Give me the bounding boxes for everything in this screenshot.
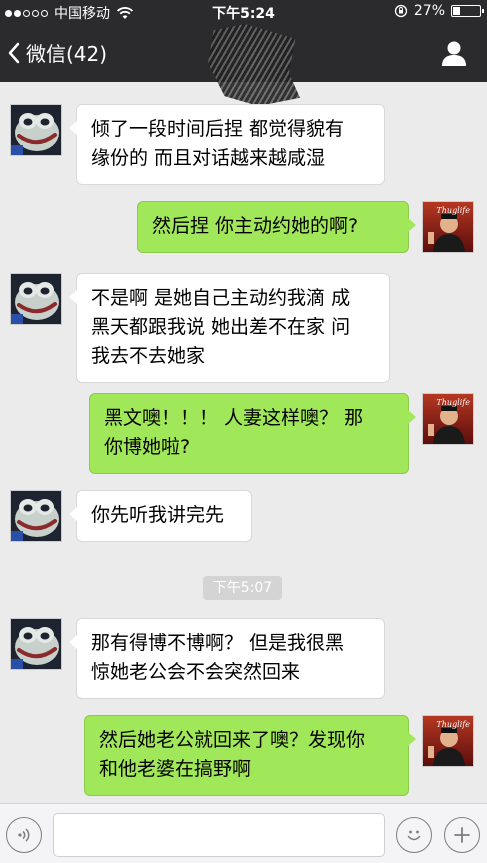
message-bubble-incoming[interactable]: 不是啊 是她自己主动约我滴 成 黑天都跟我说 她出差不在家 问 我去不去她家 [69,273,390,383]
battery-percent: 27% [413,3,445,19]
message-bubble-outgoing[interactable]: 然后捏 你主动约她的啊? [137,201,416,253]
emoji-icon [407,830,421,841]
frog-avatar-image [11,274,61,324]
more-button[interactable] [444,817,480,853]
profile-button[interactable] [439,38,469,68]
back-button[interactable]: 微信(42) [8,38,107,67]
person-icon [442,41,466,66]
message-line: 黑文噢！！！ 人妻这样噢？ 那 [104,407,364,429]
voice-button[interactable] [6,817,42,853]
message-line: 惊她老公会不会突然回来 [91,661,301,683]
message-line: 缘份的 而且对话越来越咸湿 [91,147,326,169]
message-line: 那有得博不博啊？ 但是我很黑 [91,632,345,654]
message-line: 和他老婆在搞野啊 [99,758,252,780]
back-label: 微信(42) [26,42,108,66]
avatar-caption: Thuglife [436,398,470,407]
message-input[interactable] [53,813,385,857]
message-bubble-incoming[interactable]: 倾了一段时间后捏 都觉得貌有 缘份的 而且对话越来越咸湿 [69,104,385,185]
message-line: 然后捏 你主动约她的啊? [152,215,359,237]
voice-icon [18,828,30,842]
message-line: 倾了一段时间后捏 都觉得貌有 [91,118,345,140]
avatar-self[interactable]: Thuglife [422,201,474,253]
message-line: 不是啊 是她自己主动约我滴 成 [91,287,351,309]
message-bubble-incoming[interactable]: 你先听我讲完先 [69,490,252,542]
message-line: 我去不去她家 [91,345,206,367]
avatar-contact[interactable] [10,273,62,325]
input-bar [0,803,487,863]
emoji-button[interactable] [396,817,432,853]
avatar-contact[interactable] [10,618,62,670]
avatar-contact[interactable] [10,490,62,542]
avatar-self[interactable]: Thuglife [422,393,474,445]
message-line: 你先听我讲完先 [91,504,225,526]
status-bar: 中国移动 下午5:24 27% [0,0,487,24]
redacted-title [208,24,300,106]
frog-avatar-image [11,491,61,541]
message-bubble-outgoing[interactable]: 黑文噢！！！ 人妻这样噢？ 那 你博她啦? [89,393,416,474]
message-line: 然后她老公就回来了噢？发现你 [99,729,366,751]
chat-timestamp: 下午5:07 [203,576,282,600]
avatar-caption: Thuglife [436,720,470,729]
message-bubble-incoming[interactable]: 那有得博不博啊？ 但是我很黑 惊她老公会不会突然回来 [69,618,385,699]
message-line: 你博她啦? [104,436,191,458]
frog-avatar-image [11,105,61,155]
chevron-left-icon [8,42,20,63]
avatar-contact[interactable] [10,104,62,156]
avatar-self[interactable]: Thuglife [422,715,474,767]
frog-avatar-image [11,619,61,669]
plus-icon [454,827,470,843]
status-right: 27% [394,3,484,19]
message-bubble-outgoing[interactable]: 然后她老公就回来了噢？发现你 和他老婆在搞野啊 [84,715,416,796]
message-line: 黑天都跟我说 她出差不在家 问 [91,316,351,338]
battery-icon [451,5,484,17]
rotation-lock-icon [394,4,408,18]
avatar-caption: Thuglife [436,206,470,215]
